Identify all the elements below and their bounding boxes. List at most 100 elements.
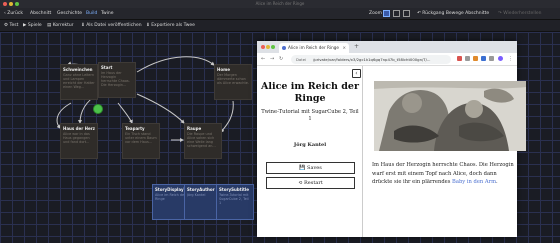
redo-button[interactable]: ↷ Wiederherstellen [498,11,541,16]
menu-twine[interactable]: Twine [101,11,114,16]
browser-tab[interactable]: Alice im Reich der Ringe × [279,43,349,53]
sidebar-collapse-icon[interactable]: ‹ [352,69,361,78]
saves-button[interactable]: 💾 Saves [266,162,355,174]
forward-arrow-icon[interactable]: → [270,56,274,62]
address-url: /private/var/folders/x3/2gc1k1q6gq7np47b… [313,57,431,62]
passage-text: Im Haus der Herzogin herrschte Chaos. Di… [372,161,516,187]
publish-label: Als Datei veröffentlichen [86,23,142,28]
window-title: Alice im Reich der Ringe [255,1,305,6]
play-label: Spiele [27,23,42,28]
passage-card[interactable]: Start Im Haus der Herzogin herrschte Cha… [98,62,136,98]
test-button[interactable]: ⚙ Test [4,23,18,28]
story-subtitle: Twine-Tutorial mit SugarCube 2, Teil 1 [261,109,359,122]
passage-title: StoryDisplayTitle [155,187,187,192]
passage-title: StorySubtitle [219,187,249,192]
passage-excerpt: Alice war in das Haus gegangen und fand … [63,132,90,144]
passage-card[interactable]: StorySubtitle Twine-Tutorial mit SugarCu… [216,184,254,220]
menu-build[interactable]: Build [86,11,97,16]
back-button[interactable]: ‹ Zurück [4,11,23,16]
passage-text-end: . [496,179,498,185]
browser-toolbar: ← → ↻ Datei /private/var/folders/x3/2gc1… [257,53,517,66]
passage-card[interactable]: Haus der Herzogin Alice war in das Haus … [60,123,98,159]
undo-label: Rückgang Bewege Abschnitte [422,11,490,16]
menu-story[interactable]: Geschichte [57,11,82,16]
passage-card[interactable]: Home Der Morgen dämmerte schon als Alice… [214,64,252,100]
passage-view: Im Haus der Herzogin herrschte Chaos. Di… [365,66,526,237]
restart-icon: ⟲ [298,180,303,186]
top-menu-bar: ‹ Zurück Abschnitt Geschichte Build Twin… [0,8,560,20]
link-home-raupe [220,100,234,133]
passage-card[interactable]: Teaparty Ein Tisch stand unter einem Bau… [122,123,160,159]
passage-excerpt: Ein Tisch stand unter einem Baum vor dem… [125,132,157,144]
passage-excerpt: Alice im Reich der Ringe [155,193,186,201]
passage-title: Haus der Herzogin [63,126,95,131]
passage-excerpt: Twine-Tutorial mit SugarCube 2, Teil 1 [219,193,249,205]
publish-button[interactable]: ⬇ Als Datei veröffentlichen [81,23,142,28]
window-titlebar: Alice im Reich der Ringe [0,0,560,8]
proof-button[interactable]: ▤ Korrektur [47,23,74,28]
link-start-home [136,56,215,73]
passage-title: Home [217,67,230,72]
browser-tab-strip: Alice im Reich der Ringe × + [257,41,517,53]
passage-excerpt: Im Haus der Herzogin herrschte Chaos. Di… [101,71,130,87]
zoom-label: Zoom [369,11,382,16]
passage-excerpt: Die Raupe und Alice sahen sich eine Weil… [187,132,216,148]
browser-window: Alice im Reich der Ringe × + ← → ↻ Datei… [257,41,526,237]
passage-title: Teaparty [125,126,145,131]
story-page: ‹ Alice im Reich der Ringe Twine-Tutoria… [257,66,526,237]
passage-excerpt: Jörg Kantel [187,193,206,197]
restart-button[interactable]: ⟲ Restart [266,177,355,189]
passage-title: Schweinchen [63,67,93,72]
tab-title: Alice im Reich der Ringe [288,45,339,50]
build-toolbar: ⚙ Test ▶ Spiele ▤ Korrektur ⬇ Als Datei … [0,20,560,32]
back-arrow-icon[interactable]: ← [261,56,265,62]
extension-icon[interactable] [473,56,478,61]
reload-icon[interactable]: ↻ [279,56,283,62]
restart-label: Restart [304,180,323,186]
start-passage-icon [93,104,103,114]
back-label: Zurück [7,11,23,16]
story-sidebar: ‹ Alice im Reich der Ringe Twine-Tutoria… [257,66,363,237]
play-button[interactable]: ▶ Spiele [23,23,42,28]
proof-label: Korrektur [52,23,74,28]
browser-zoom-icon[interactable] [271,45,275,49]
alice-duchess-illustration [374,81,526,151]
zoom-level-1-icon[interactable] [383,10,390,17]
passage-title: StoryAuthor [187,187,215,192]
extension-icon[interactable] [457,56,462,61]
export-label: Exportiere als Twee [151,23,195,28]
link-start-teaparty [117,102,133,124]
export-twee-button[interactable]: ⬇ Exportiere als Twee [146,23,195,28]
story-title: Alice im Reich der Ringe [261,81,359,104]
close-tab-icon[interactable]: × [342,45,346,50]
story-author: Jörg Kantel [293,142,327,148]
tab-favicon-icon [282,46,286,50]
save-icon: 💾 [299,165,306,171]
passage-card[interactable]: Raupe Die Raupe und Alice sahen sich ein… [184,123,222,159]
zoom-level-3-icon[interactable] [403,10,410,17]
undo-button[interactable]: ↶ Rückgang Bewege Abschnitte [417,11,489,16]
browser-menu-icon[interactable]: ⋮ [508,56,513,62]
redo-label: Wiederherstellen [503,11,542,16]
passage-excerpt: Der Morgen dämmerte schon als Alice erwa… [217,73,249,85]
profile-avatar[interactable] [498,56,503,61]
browser-minimize-icon[interactable] [266,45,270,49]
address-scheme-label: Datei [296,57,307,62]
passage-title: Raupe [187,126,202,131]
extension-icon[interactable] [489,56,494,61]
saves-label: Saves [307,165,322,171]
menu-passage[interactable]: Abschnitt [30,11,51,16]
passage-excerpt: Ganz ohne Leitern und Lampen erreicht de… [63,73,95,89]
browser-close-icon[interactable] [261,45,265,49]
link-start-raupe [136,93,185,124]
extension-icon[interactable] [465,56,470,61]
address-bar[interactable]: Datei /private/var/folders/x3/2gc1k1q6gq… [291,55,451,64]
extension-icon[interactable] [481,56,486,61]
baby-link[interactable]: Baby in den Arm [452,179,496,185]
passage-card[interactable]: Schweinchen Ganz ohne Leitern und Lampen… [60,64,98,100]
story-illustration [374,81,526,151]
passage-title: Start [101,65,113,70]
new-tab-icon[interactable]: + [354,43,359,50]
test-label: Test [9,23,19,28]
zoom-level-2-icon[interactable] [393,10,400,17]
